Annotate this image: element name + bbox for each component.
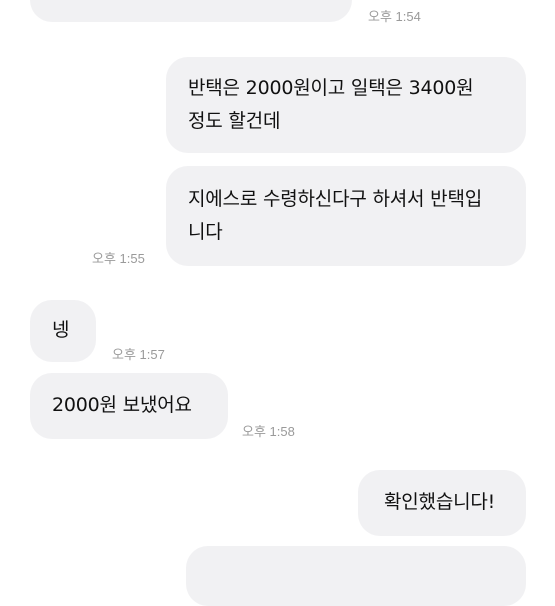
- message-bubble-received[interactable]: 넹: [30, 300, 96, 362]
- message-text-line: 반택은 2000원이고 일택은 3400원: [188, 77, 474, 99]
- message-text-line: 지에스로 수령하신다구 하셔서 반택입: [188, 188, 482, 210]
- message-bubble-received[interactable]: 2000원 보냈어요: [30, 373, 228, 439]
- message-text-line: 니다: [188, 221, 223, 243]
- message-timestamp: 오후 1:54: [368, 9, 421, 24]
- message-timestamp: 오후 1:58: [242, 424, 295, 439]
- message-bubble-sent[interactable]: 지에스로 수령하신다구 하셔서 반택입 니다: [166, 166, 526, 266]
- message-bubble-sent[interactable]: 확인했습니다!: [358, 470, 526, 536]
- message-text: 넹: [52, 319, 70, 341]
- message-bubble-sent[interactable]: 반택은 2000원이고 일택은 3400원 정도 할건데: [166, 57, 526, 153]
- message-bubble-sent[interactable]: [186, 546, 526, 606]
- message-timestamp: 오후 1:55: [92, 251, 145, 266]
- message-bubble-received[interactable]: [30, 0, 352, 22]
- message-timestamp: 오후 1:57: [112, 347, 165, 362]
- message-text: 2000원 보냈어요: [52, 394, 192, 416]
- message-text: 확인했습니다!: [384, 491, 496, 513]
- message-text-line: 정도 할건데: [188, 110, 281, 132]
